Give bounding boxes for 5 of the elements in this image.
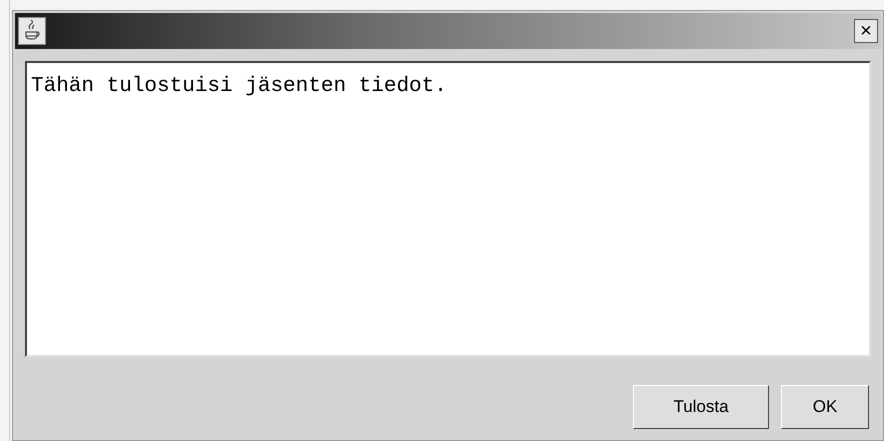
close-button[interactable]: ×: [854, 19, 878, 43]
text-area[interactable]: Tähän tulostuisi jäsenten tiedot.: [25, 61, 871, 357]
cup-icon: [18, 17, 46, 45]
dialog-button[interactable]: OK: [781, 385, 869, 429]
dialog-button[interactable]: Tulosta: [633, 385, 769, 429]
